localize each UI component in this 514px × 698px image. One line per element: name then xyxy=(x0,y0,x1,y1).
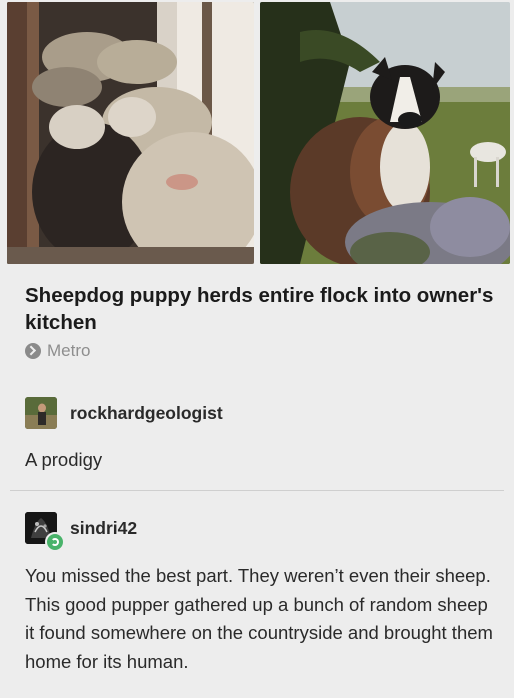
sheepdog-photo[interactable] xyxy=(260,2,510,264)
reblog-text-2: You missed the best part. They weren’t e… xyxy=(25,565,493,672)
photo-strip xyxy=(7,2,510,264)
post-card: Sheepdog puppy herds entire flock into o… xyxy=(0,0,514,698)
link-arrow-icon xyxy=(25,343,41,359)
sheep-in-kitchen-photo[interactable] xyxy=(7,2,254,264)
avatar[interactable] xyxy=(25,397,57,429)
reblog-icon xyxy=(45,532,65,552)
avatar-wrap xyxy=(25,512,65,552)
sheepdog-illustration xyxy=(260,2,510,264)
reblog-user-1[interactable]: rockhardgeologist xyxy=(25,397,223,429)
username[interactable]: sindri42 xyxy=(70,518,137,539)
avatar-image xyxy=(25,397,57,429)
avatar-wrap xyxy=(25,397,57,429)
post-source[interactable]: Metro xyxy=(25,341,90,361)
sheep-in-kitchen-illustration xyxy=(7,2,254,264)
post-headline[interactable]: Sheepdog puppy herds entire flock into o… xyxy=(25,282,495,336)
source-label: Metro xyxy=(47,341,91,360)
reblog-text-1: A prodigy xyxy=(25,449,103,470)
reblog-user-2[interactable]: sindri42 xyxy=(25,512,137,552)
divider xyxy=(10,490,504,491)
username[interactable]: rockhardgeologist xyxy=(70,403,223,424)
